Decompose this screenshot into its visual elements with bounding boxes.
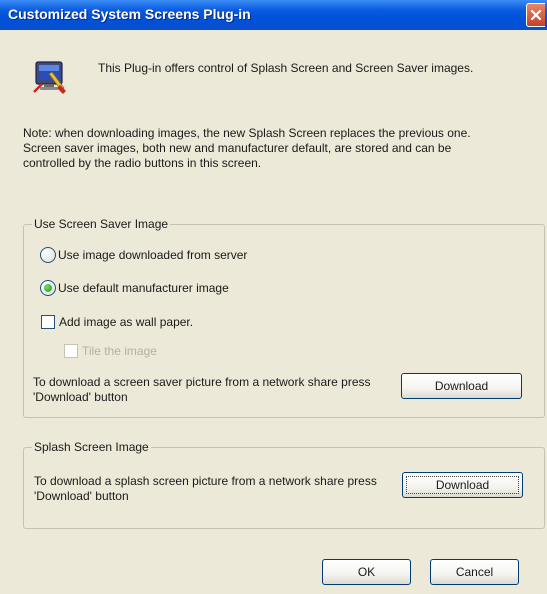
- screen-saver-download-button[interactable]: Download: [401, 373, 522, 399]
- cancel-label: Cancel: [455, 565, 494, 579]
- wallpaper-checkbox[interactable]: [41, 315, 55, 329]
- radio-default-button[interactable]: [40, 280, 56, 296]
- wallpaper-label[interactable]: Add image as wall paper.: [59, 315, 193, 329]
- radio-server-label[interactable]: Use image downloaded from server: [58, 248, 247, 262]
- checkbox-tile[interactable]: Tile the image: [64, 344, 157, 358]
- title-bar[interactable]: Customized System Screens Plug-in: [0, 0, 547, 30]
- intro-text: This Plug-in offers control of Splash Sc…: [98, 61, 474, 75]
- splash-download-text: To download a splash screen picture from…: [34, 474, 377, 503]
- splash-download-button[interactable]: Download: [402, 472, 523, 498]
- screen-saver-group: Use Screen Saver Image Use image downloa…: [23, 217, 545, 418]
- tile-label[interactable]: Tile the image: [82, 344, 157, 358]
- splash-screen-group: Splash Screen Image To download a splash…: [23, 440, 545, 529]
- radio-default-label[interactable]: Use default manufacturer image: [58, 281, 229, 295]
- screen-saver-download-label: Download: [434, 379, 489, 393]
- splash-screen-legend: Splash Screen Image: [32, 440, 151, 454]
- close-icon: [530, 9, 542, 21]
- plugin-dialog: Customized System Screens Plug-in This P…: [0, 0, 547, 594]
- ok-button[interactable]: OK: [322, 559, 411, 585]
- radio-server-image[interactable]: Use image downloaded from server: [40, 247, 247, 263]
- ok-label: OK: [357, 565, 376, 579]
- note-text: Note: when downloading images, the new S…: [23, 126, 503, 171]
- monitor-settings-icon: [33, 61, 66, 94]
- checkbox-wallpaper[interactable]: Add image as wall paper.: [41, 315, 193, 329]
- note-line-1: Note: when downloading images, the new S…: [23, 126, 471, 140]
- screen-saver-legend: Use Screen Saver Image: [32, 217, 171, 231]
- window-title: Customized System Screens Plug-in: [8, 6, 251, 22]
- screen-saver-download-text: To download a screen saver picture from …: [33, 375, 371, 404]
- close-button[interactable]: [526, 3, 545, 27]
- radio-default-image[interactable]: Use default manufacturer image: [40, 280, 229, 296]
- radio-server-button[interactable]: [40, 247, 56, 263]
- tile-checkbox[interactable]: [64, 344, 78, 358]
- note-line-2: Screen saver images, both new and manufa…: [23, 141, 452, 170]
- splash-download-label: Download: [435, 478, 490, 492]
- cancel-button[interactable]: Cancel: [430, 559, 519, 585]
